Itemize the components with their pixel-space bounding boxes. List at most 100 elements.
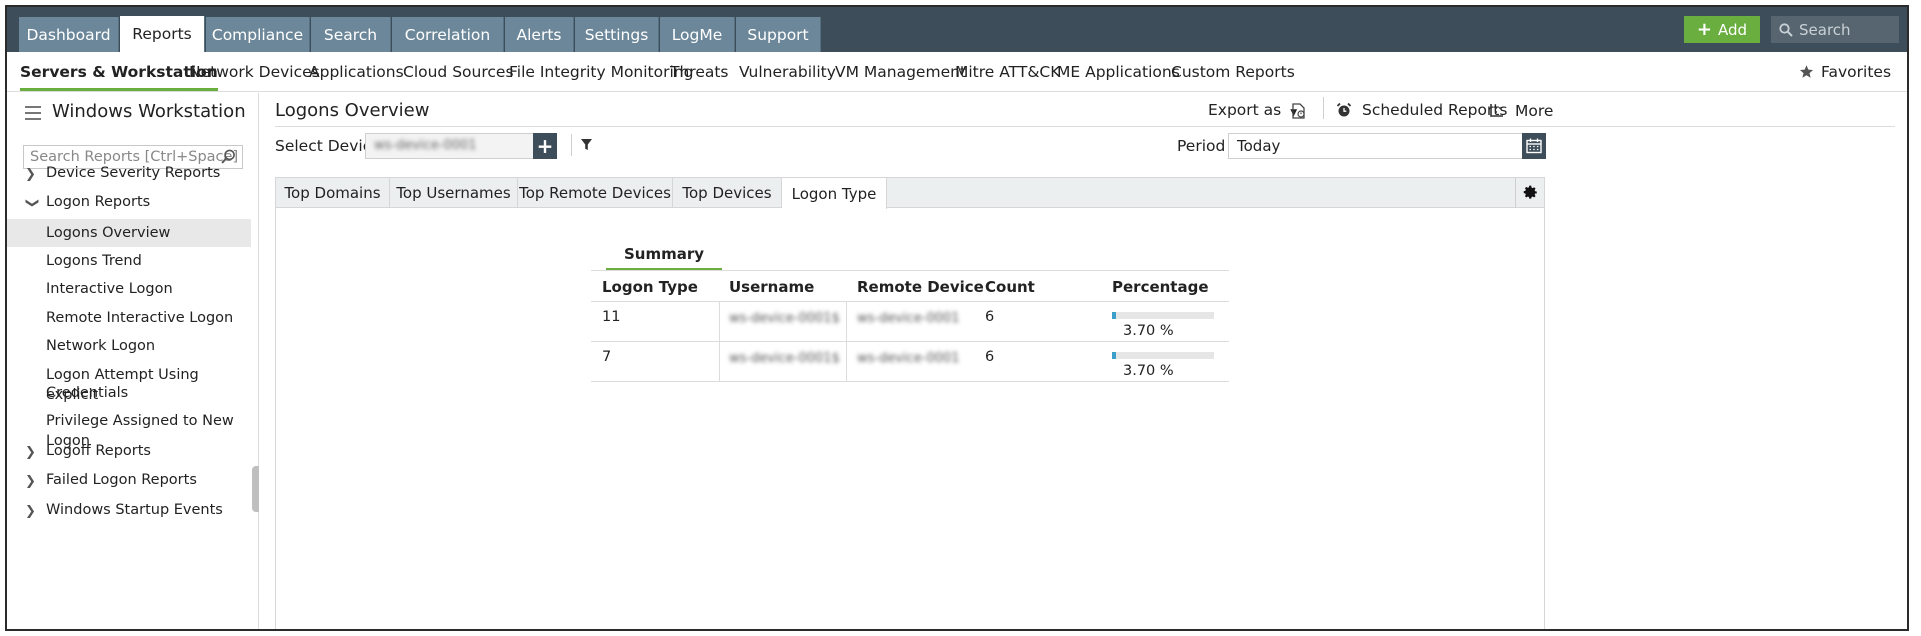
subnav-mitre-attack[interactable]: Mitre ATT&CK: [955, 52, 1060, 91]
column-header-count[interactable]: Count: [985, 278, 1035, 296]
tab-logon-type[interactable]: Logon Type: [782, 178, 887, 209]
subnav-vulnerability[interactable]: Vulnerability: [739, 52, 836, 91]
gear-icon[interactable]: [1523, 185, 1538, 200]
subnav-cloud-sources[interactable]: Cloud Sources: [403, 52, 514, 91]
sidebar-group-failed-logon-reports[interactable]: ❯ Failed Logon Reports: [7, 470, 251, 496]
subnav-network-devices[interactable]: Network Devices: [189, 52, 320, 91]
tab-dashboard[interactable]: Dashboard: [19, 17, 119, 52]
tab-top-remote-devices[interactable]: Top Remote Devices: [518, 178, 673, 208]
subnav-custom-reports[interactable]: Custom Reports: [1171, 52, 1295, 91]
table-top-border: [591, 270, 1229, 271]
period-label: Period: [1177, 137, 1226, 155]
tab-top-devices[interactable]: Top Devices: [673, 178, 782, 208]
chevron-right-icon: ❯: [25, 474, 36, 489]
subnav-threats[interactable]: Threats: [670, 52, 729, 91]
scheduled-reports-button[interactable]: Scheduled Reports: [1362, 101, 1507, 119]
global-search-input[interactable]: Search: [1771, 16, 1899, 43]
chevron-right-icon: ❯: [25, 167, 36, 182]
filter-divider: [571, 134, 572, 156]
subnav-me-applications[interactable]: ME Applications: [1057, 52, 1180, 91]
percentage-bar-fill: [1112, 352, 1116, 359]
sidebar-title: Windows Workstation: [52, 101, 246, 122]
sidebar-group-device-severity-reports[interactable]: ❯ Device Severity Reports: [7, 163, 251, 189]
report-panel: Top Domains Top Usernames Top Remote Dev…: [275, 177, 1545, 629]
category-navigation: Servers & Workstation Network Devices Ap…: [7, 52, 1907, 92]
add-button-label: Add: [1718, 20, 1748, 39]
favorites-button[interactable]: Favorites: [1799, 52, 1891, 91]
cell-count: 6: [985, 309, 995, 325]
calendar-button[interactable]: [1522, 133, 1546, 159]
tab-logme[interactable]: LogMe: [660, 17, 735, 52]
percentage-bar: [1112, 352, 1214, 359]
header-bottom-border: [591, 301, 1229, 302]
calendar-icon: [1526, 138, 1542, 154]
sidebar-item-privilege-assigned-new-logon[interactable]: Privilege Assigned to New Logon: [7, 411, 251, 449]
sidebar-item-logon-attempt-explicit-credentials[interactable]: Logon Attempt Using explicit Credentials: [7, 365, 251, 407]
tab-correlation[interactable]: Correlation: [392, 17, 504, 52]
search-icon: [1779, 22, 1793, 37]
add-button[interactable]: + Add: [1684, 16, 1760, 43]
more-options-icon: [1490, 104, 1503, 117]
cell-percentage: 3.70 %: [1123, 323, 1174, 339]
search-icon[interactable]: [221, 149, 236, 164]
column-header-percentage[interactable]: Percentage: [1112, 278, 1209, 296]
tab-settings[interactable]: Settings: [575, 17, 659, 52]
filter-icon[interactable]: [581, 139, 592, 151]
hamburger-menu-icon[interactable]: [25, 106, 41, 120]
table-bottom-border: [591, 381, 1229, 382]
column-header-logon-type[interactable]: Logon Type: [602, 278, 698, 296]
tab-alerts[interactable]: Alerts: [505, 17, 574, 52]
tab-top-domains[interactable]: Top Domains: [276, 178, 390, 208]
cell-username: ws-device-0001$: [729, 351, 840, 366]
tab-support[interactable]: Support: [736, 17, 821, 52]
sidebar-group-logoff-reports[interactable]: ❯ Logoff Reports: [7, 441, 251, 467]
chevron-down-icon: ❯: [24, 197, 40, 209]
sidebar-group-logon-reports[interactable]: ❯ Logon Reports: [7, 192, 251, 218]
main-content: Logons Overview Export as ▼ Scheduled Re…: [260, 93, 1907, 629]
sidebar-collapse-handle[interactable]: [252, 466, 259, 512]
top-navigation-bar: Dashboard Reports Compliance Search Corr…: [7, 7, 1907, 52]
sidebar-item-interactive-logon[interactable]: Interactive Logon: [7, 279, 251, 303]
add-device-button[interactable]: +: [533, 133, 557, 159]
tab-compliance[interactable]: Compliance: [206, 17, 310, 52]
reports-sidebar: Windows Workstation Search Reports [Ctrl…: [7, 93, 259, 629]
chevron-right-icon: ❯: [25, 445, 36, 460]
column-header-remote-device[interactable]: Remote Device: [857, 278, 984, 296]
sidebar-item-logons-overview[interactable]: Logons Overview: [7, 219, 251, 247]
sidebar-item-logons-trend[interactable]: Logons Trend: [7, 251, 251, 275]
row-divider: [591, 341, 1229, 342]
cell-logon-type: 11: [602, 309, 621, 325]
toolbar-divider: [1323, 97, 1324, 119]
plus-icon: +: [1696, 18, 1713, 40]
summary-tab[interactable]: Summary: [606, 238, 722, 270]
device-selector-input[interactable]: ws-device-0001: [365, 133, 534, 159]
cell-percentage: 3.70 %: [1123, 363, 1174, 379]
export-dropdown[interactable]: Export as ▼: [1208, 101, 1297, 119]
percentage-bar: [1112, 312, 1214, 319]
plus-icon: +: [536, 134, 554, 158]
period-value: Today: [1237, 137, 1281, 155]
global-search-placeholder: Search: [1799, 20, 1851, 39]
tab-reports[interactable]: Reports: [120, 16, 205, 52]
tab-top-usernames[interactable]: Top Usernames: [390, 178, 518, 208]
sidebar-group-windows-startup-events[interactable]: ❯ Windows Startup Events: [7, 500, 251, 526]
star-icon: [1799, 65, 1814, 78]
cell-logon-type: 7: [602, 349, 612, 365]
subnav-file-integrity-monitoring[interactable]: File Integrity Monitoring: [509, 52, 693, 91]
subnav-vm-management[interactable]: VM Management: [835, 52, 966, 91]
favorites-label: Favorites: [1821, 62, 1892, 81]
more-button[interactable]: More: [1515, 102, 1553, 120]
sidebar-item-network-logon[interactable]: Network Logon: [7, 336, 251, 360]
period-selector[interactable]: Today: [1228, 133, 1546, 159]
tab-search[interactable]: Search: [311, 17, 391, 52]
pdf-report-icon[interactable]: [1291, 103, 1306, 119]
export-label: Export as: [1208, 101, 1282, 119]
sidebar-item-remote-interactive-logon[interactable]: Remote Interactive Logon: [7, 308, 251, 332]
subnav-applications[interactable]: Applications: [309, 52, 404, 91]
column-header-username[interactable]: Username: [729, 278, 814, 296]
chevron-right-icon: ❯: [25, 504, 36, 519]
cell-remote-device: ws-device-0001: [857, 351, 960, 366]
percentage-bar-fill: [1112, 312, 1116, 319]
report-tabs-bar: Top Domains Top Usernames Top Remote Dev…: [276, 178, 1544, 209]
alarm-clock-icon: [1336, 102, 1352, 117]
